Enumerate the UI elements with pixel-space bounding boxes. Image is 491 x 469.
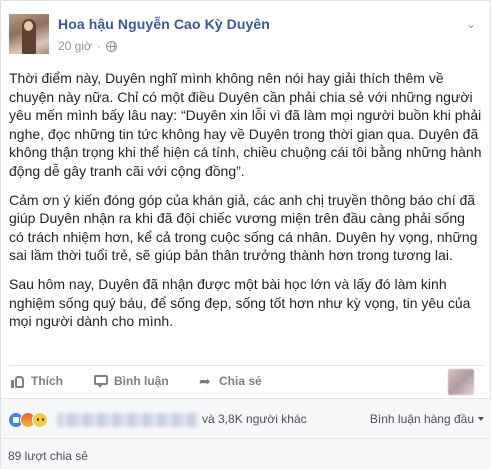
comment-button[interactable]: Bình luận (94, 374, 169, 388)
current-user-avatar[interactable] (448, 369, 474, 395)
thumbs-up-icon (11, 375, 25, 388)
share-count[interactable]: 89 lượt chia sẻ (8, 449, 88, 463)
sort-label: Bình luận hàng đầu (369, 412, 474, 426)
comment-sort-dropdown[interactable]: Bình luận hàng đầu (370, 412, 484, 426)
post-card: Hoa hậu Nguyễn Cao Kỳ Duyên 20 giờ · ⌄ T… (0, 0, 491, 469)
like-label: Thích (31, 374, 63, 388)
reaction-icons[interactable] (8, 412, 50, 428)
like-button[interactable]: Thích (11, 374, 63, 388)
shares-bar: 89 lượt chia sẻ (1, 438, 491, 469)
post-paragraph: Thời điểm này, Duyên nghĩ mình không nên… (9, 70, 482, 179)
post-timestamp[interactable]: 20 giờ (58, 39, 92, 53)
caret-down-icon (478, 417, 484, 421)
avatar-face (24, 21, 33, 31)
author-name[interactable]: Hoa hậu Nguyễn Cao Kỳ Duyên (58, 16, 270, 32)
share-label: Chia sẻ (219, 374, 262, 388)
reactions-bar: và 3,8K người khác Bình luận hàng đầu (1, 398, 491, 438)
meta-separator: · (96, 39, 101, 53)
chevron-down-icon[interactable]: ⌄ (464, 17, 478, 31)
comment-icon (94, 374, 108, 388)
share-button[interactable]: ➦ Chia sẻ (199, 372, 262, 389)
reactor-names[interactable] (57, 413, 197, 427)
post-header: Hoa hậu Nguyễn Cao Kỳ Duyên 20 giờ · ⌄ (9, 14, 482, 59)
reaction-count[interactable]: và 3,8K người khác (202, 412, 307, 426)
comment-label: Bình luận (114, 374, 169, 388)
post-body: Thời điểm này, Duyên nghĩ mình không nên… (9, 69, 483, 341)
post-paragraph: Sau hôm nay, Duyên đã nhận được một bài … (9, 275, 471, 330)
sad-reaction-icon (32, 412, 48, 428)
globe-icon[interactable] (105, 40, 117, 52)
post-actions: Thích Bình luận ➦ Chia sẻ (9, 365, 484, 395)
share-icon: ➦ (199, 372, 211, 389)
post-paragraph: Cảm ơn ý kiến đóng góp của khán giả, các… (9, 191, 478, 264)
author-avatar[interactable] (9, 14, 49, 54)
post-meta: 20 giờ · (58, 39, 117, 53)
